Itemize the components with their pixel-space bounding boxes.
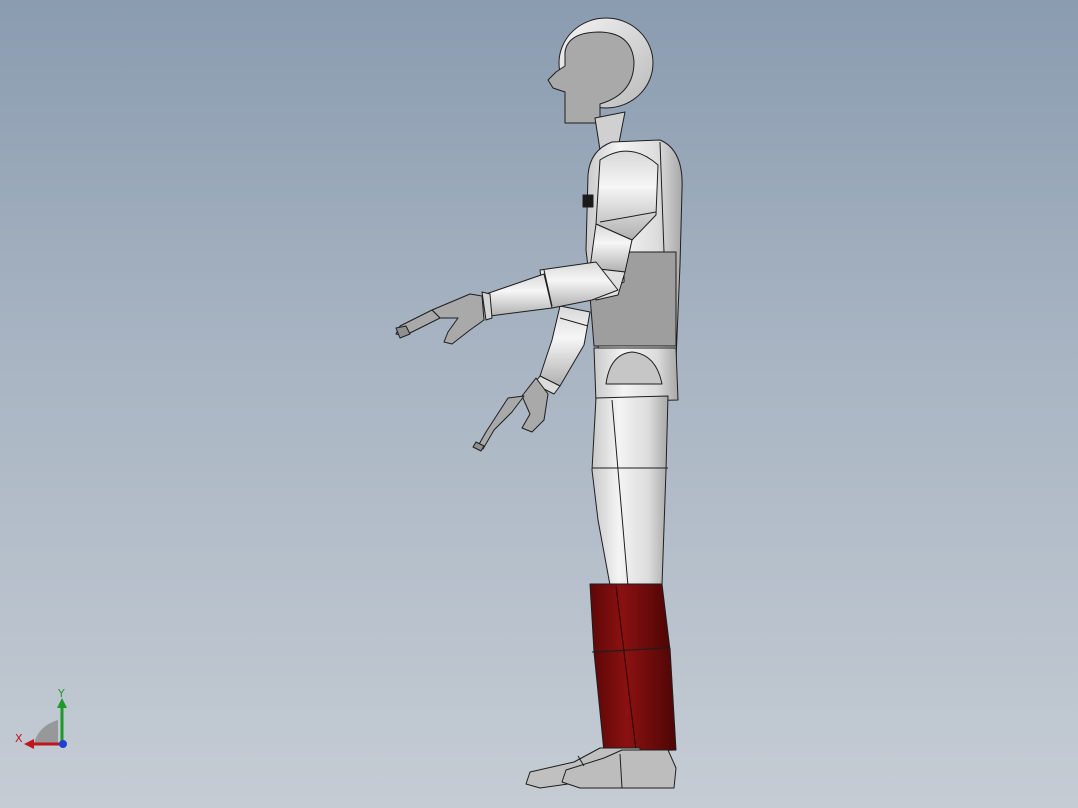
chest-connector <box>582 194 594 208</box>
coordinate-triad: X Y <box>12 686 76 752</box>
humanoid-model[interactable] <box>0 0 1078 808</box>
graphics-viewport[interactable]: X Y <box>0 0 1078 808</box>
thigh[interactable] <box>591 395 669 586</box>
x-axis-label: X <box>15 732 23 745</box>
head[interactable] <box>547 17 654 124</box>
y-axis-label: Y <box>58 687 65 700</box>
feet[interactable] <box>525 747 677 789</box>
back-arm[interactable] <box>472 305 591 452</box>
lower-legs[interactable] <box>589 583 677 753</box>
